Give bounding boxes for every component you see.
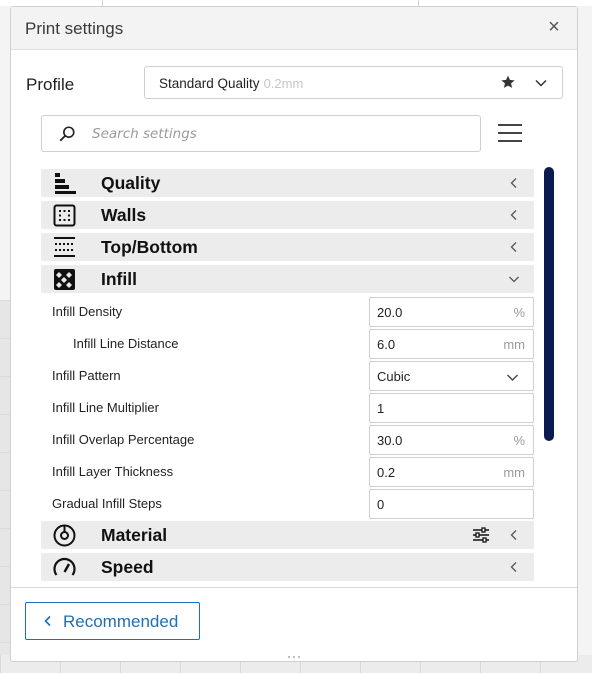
print-settings-panel: Print settings × Profile Standard Qualit… (10, 6, 578, 662)
profile-layer-height: 0.2mm (263, 76, 304, 91)
profile-label: Profile (26, 75, 75, 94)
top-bottom-icon (54, 237, 75, 257)
star-icon[interactable] (500, 74, 516, 90)
sliders-icon[interactable] (472, 526, 490, 544)
chevron-down-icon (507, 374, 518, 381)
field-value: Cubic (377, 369, 411, 384)
chevron-left-icon (510, 242, 517, 252)
chevron-left-icon (510, 530, 517, 540)
field-unit: mm (503, 337, 525, 352)
category-infill[interactable]: Infill (41, 265, 534, 293)
field-unit: % (513, 433, 525, 448)
close-button[interactable]: × (545, 17, 563, 37)
setting-infill-line-distance: Infill Line Distance 6.0 mm (41, 329, 534, 359)
setting-gradual-infill-steps: Gradual Infill Steps 0 (41, 489, 534, 519)
category-walls[interactable]: Walls (41, 201, 534, 229)
speed-icon (53, 557, 76, 576)
category-quality[interactable]: Quality (41, 169, 534, 197)
setting-label: Infill Line Multiplier (52, 400, 159, 415)
field-value: 0 (377, 497, 385, 512)
profile-dropdown[interactable]: Standard Quality 0.2mm (144, 66, 563, 99)
settings-scrollbar[interactable] (544, 167, 554, 441)
search-icon (59, 126, 75, 142)
setting-label: Gradual Infill Steps (52, 496, 162, 511)
recommended-label: Recommended (63, 612, 179, 631)
category-top-bottom[interactable]: Top/Bottom (41, 233, 534, 261)
setting-label: Infill Density (52, 304, 123, 319)
setting-infill-line-multiplier: Infill Line Multiplier 1 (41, 393, 534, 423)
category-label: Speed (101, 557, 154, 577)
setting-infill-pattern: Infill Pattern Cubic (41, 361, 534, 391)
infill-overlap-percentage-field[interactable]: 30.0 % (369, 425, 534, 455)
field-value: 0.2 (377, 465, 396, 480)
infill-line-distance-field[interactable]: 6.0 mm (369, 329, 534, 359)
chevron-left-icon (510, 562, 517, 572)
field-value: 20.0 (377, 305, 403, 320)
infill-icon (54, 269, 75, 290)
setting-label: Infill Pattern (52, 368, 121, 383)
field-unit: % (513, 305, 525, 320)
viewport-grid-left (0, 300, 10, 673)
infill-pattern-dropdown[interactable]: Cubic (369, 361, 534, 391)
profile-name-text: Standard Quality (159, 76, 260, 91)
search-input[interactable] (92, 124, 462, 144)
profile-name: Standard Quality 0.2mm (159, 76, 303, 91)
setting-infill-layer-thickness: Infill Layer Thickness 0.2 mm (41, 457, 534, 487)
chevron-down-icon (509, 276, 519, 283)
category-label: Infill (101, 269, 137, 289)
chevron-left-icon (44, 615, 51, 627)
infill-line-multiplier-field[interactable]: 1 (369, 393, 534, 423)
field-value: 6.0 (377, 337, 396, 352)
category-label: Material (101, 525, 168, 545)
panel-header: Print settings × (11, 7, 577, 50)
chevron-down-icon (535, 79, 547, 87)
menu-icon[interactable] (498, 122, 522, 144)
search-box (41, 115, 481, 152)
field-value: 1 (377, 401, 385, 416)
setting-infill-overlap-percentage: Infill Overlap Percentage 30.0 % (41, 425, 534, 455)
setting-label: Infill Line Distance (73, 336, 179, 351)
category-label: Quality (101, 173, 161, 193)
panel-title: Print settings (25, 19, 124, 38)
category-label: Walls (101, 205, 147, 225)
field-unit: mm (503, 465, 525, 480)
field-value: 30.0 (377, 433, 403, 448)
gradual-infill-steps-field[interactable]: 0 (369, 489, 534, 519)
recommended-button[interactable]: Recommended (25, 602, 200, 640)
setting-label: Infill Layer Thickness (52, 464, 174, 479)
quality-icon (55, 173, 76, 194)
setting-infill-density: Infill Density 20.0 % (41, 297, 534, 327)
chevron-left-icon (510, 178, 517, 188)
resize-handle-icon[interactable] (287, 655, 301, 659)
infill-layer-thickness-field[interactable]: 0.2 mm (369, 457, 534, 487)
chevron-left-icon (510, 210, 517, 220)
category-speed[interactable]: Speed (41, 553, 534, 581)
category-material[interactable]: Material (41, 521, 534, 549)
infill-density-field[interactable]: 20.0 % (369, 297, 534, 327)
walls-icon (53, 204, 76, 227)
footer-divider (11, 587, 577, 588)
category-label: Top/Bottom (101, 237, 198, 257)
setting-label: Infill Overlap Percentage (52, 432, 195, 447)
material-icon (53, 524, 76, 547)
